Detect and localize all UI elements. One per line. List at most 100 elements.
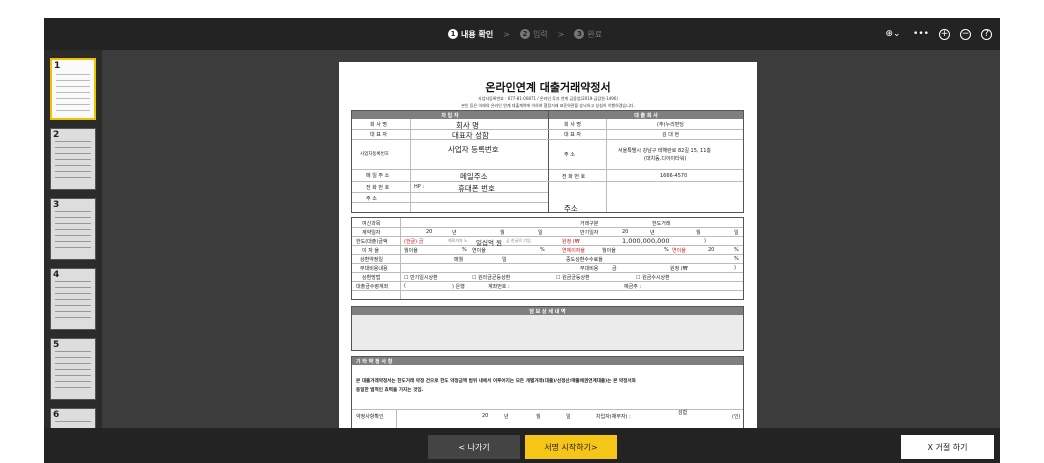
day-unit: 일 <box>502 257 507 263</box>
terms-text-1: 본 대출거래약정서는 한도거래 약정 건으로 한도 약정금액 범위 내에서 이루… <box>356 379 636 384</box>
lender-ceo-label: 대 표 자 <box>564 132 581 138</box>
repay-option-3[interactable]: ☐ 원금균등상환 <box>556 274 590 281</box>
bizno-label: 사업자등록번호 <box>360 152 389 157</box>
extra-cost-mid: 금 <box>612 266 617 272</box>
product-label: 여신과목 <box>362 221 381 227</box>
expiry-year: 20 <box>622 229 629 235</box>
reject-button[interactable]: X 거절 하기 <box>901 435 994 459</box>
confirm-signer-label: 차입자(채무자) : <box>596 414 631 420</box>
overdue-yearly-label: 연이율 <box>672 248 686 254</box>
step-separator: > <box>503 29 510 39</box>
day-unit: 일 <box>566 414 571 420</box>
step-2-number: 2 <box>519 29 530 39</box>
document-viewer[interactable]: 온라인연계 대출거래약정서 사업자등록번호 : 677-81-00871 / 온… <box>102 50 1000 428</box>
extra-cost-label: 부대비용내용 <box>360 266 388 272</box>
step-3: 3 완료 <box>574 29 602 40</box>
collateral-header: 담 보 상 세 내 역 <box>352 307 743 315</box>
ceo-value: 대표자 성함 <box>452 131 489 140</box>
pct: % <box>734 256 739 262</box>
step-2-label: 입력 <box>532 29 548 39</box>
step-1-number: 1 <box>448 29 458 39</box>
day-unit: 일 <box>538 230 543 236</box>
lender-company-value: (주)누리펀딩 <box>657 122 684 128</box>
phone-prefix: HP : <box>414 184 425 190</box>
repay-option-2[interactable]: ☐ 원리금균등상환 <box>472 274 510 281</box>
email-label: 메 일 주 소 <box>366 173 390 179</box>
lender-address-value-2: (대치동,디아이타워) <box>644 156 687 162</box>
pct: % <box>540 247 545 253</box>
collateral-table: 담 보 상 세 내 역 <box>351 306 744 351</box>
interest-monthly-label: 월이율 <box>404 248 418 254</box>
step-1: 1 내용 확인 <box>448 29 493 40</box>
extra-cost-label-2: 부대비용 <box>580 266 599 272</box>
company-label: 회 사 명 <box>370 122 387 128</box>
lender-address-value: 서울특별시 강남구 테헤란로 82길 15, 11층 <box>618 148 712 154</box>
lender-address-label: 주 소 <box>564 152 575 158</box>
page-thumbnail-6[interactable]: 6 <box>50 408 96 428</box>
borrower-header: 차 입 자 <box>352 111 548 119</box>
page-thumbnail-3[interactable]: 3 <box>50 198 96 260</box>
loan-terms-table: 여신과목 거래구분 한도거래 계약일자 20 년 월 일 만기일자 20 년 월… <box>351 217 744 300</box>
day-unit: 일 <box>734 230 739 236</box>
page-thumbnail-5[interactable]: 5 <box>50 338 96 400</box>
trade-type-label: 거래구분 <box>580 221 599 227</box>
top-bar: 1 내용 확인 > 2 입력 > 3 완료 ⊕⌄ ••• + − ? <box>44 18 1000 50</box>
month-unit: 월 <box>696 230 701 236</box>
step-2: 2 입력 <box>519 29 548 40</box>
page-thumbnail-2[interactable]: 2 <box>50 128 96 190</box>
contract-date-label: 계약일자 <box>362 230 381 236</box>
account-bank: ) 은행 <box>452 284 465 290</box>
terms-text-2: 동일한 법적인 효력을 가지는 것임. <box>356 388 424 393</box>
year-unit: 년 <box>650 230 655 236</box>
limit-value: 일십억 원 <box>476 239 502 247</box>
phone-value: 휴대폰 번호 <box>458 184 495 193</box>
interest-label: 이 자 율 <box>362 248 379 254</box>
account-holder-label: 예금주 : <box>624 284 642 290</box>
limit-num-suffix: ) <box>704 238 706 244</box>
confirm-seal: (인) <box>732 414 741 420</box>
address-value: 주소 <box>564 204 578 213</box>
lender-company-label: 회 사 명 <box>564 122 581 128</box>
repay-option-4[interactable]: ☐ 원금수시상환 <box>636 274 670 281</box>
repay-day-mid: 매월 <box>454 257 464 263</box>
interest-yearly-label: 연이율 <box>472 248 486 254</box>
start-signing-button[interactable]: 서명 시작하기> <box>525 435 617 459</box>
lender-phone-label: 전 화 번 호 <box>562 174 586 180</box>
extra-cost-close: ) <box>734 265 736 271</box>
document-title: 온라인연계 대출거래약정서 <box>485 81 611 94</box>
trade-type-value: 한도거래 <box>652 221 671 227</box>
year-unit: 년 <box>504 414 509 420</box>
bizno-value: 사업자 등록번호 <box>448 145 499 154</box>
limit-krw-prefix: (한글) 금 <box>404 239 424 245</box>
document-subtitle: 본인 등은 아래의 온라인 연계 대출계약에 이하여 협정거래 표준약관을 승낙… <box>461 103 635 108</box>
zoom-in-icon[interactable]: + <box>939 28 950 40</box>
thumbnail-number: 5 <box>53 340 60 350</box>
repay-option-1[interactable]: ☐ 만기일시상환 <box>404 274 438 281</box>
month-unit: 월 <box>536 414 541 420</box>
overdue-yearly-value: 20 <box>708 247 715 253</box>
lender-header: 대 출 회 사 <box>549 111 743 119</box>
parties-table: 차 입 자 대 출 회 사 회 사 명 회사 명 대 표 자 대표자 성함 사업… <box>351 110 744 213</box>
bottom-bar: < 나가기 서명 시작하기> X 거절 하기 <box>44 428 1000 463</box>
year-unit: 년 <box>452 230 457 236</box>
language-globe-icon[interactable]: ⊕⌄ <box>883 28 903 40</box>
thumbnail-number: 2 <box>53 130 60 140</box>
thumbnail-number: 4 <box>53 270 60 280</box>
exit-button[interactable]: < 나가기 <box>428 435 520 459</box>
confirm-name: 성함 <box>678 410 688 416</box>
help-icon[interactable]: ? <box>981 28 992 40</box>
expiry-label: 만기일자 <box>580 230 599 236</box>
zoom-out-icon[interactable]: − <box>960 28 971 40</box>
lender-ceo-value: 김 대 현 <box>662 132 679 138</box>
document-subtitle: 사업자등록번호 : 677-81-00871 / 온라인 투자 연계 금융업(2… <box>478 96 618 101</box>
repay-method-label: 상환방법 <box>362 275 381 281</box>
limit-num-value: 1,000,000,000 <box>622 237 670 245</box>
more-options-icon[interactable]: ••• <box>913 28 929 40</box>
limit-hint-2: 금 한글로 기입 <box>506 238 531 243</box>
page-thumbnail-4[interactable]: 4 <box>50 268 96 330</box>
limit-hint: 해외자자 노 <box>448 238 468 243</box>
page-thumbnail-1[interactable]: 1 <box>50 58 96 120</box>
extra-cost-won: 원정 (₩ <box>670 266 688 272</box>
confirm-label: 약정사항확인 <box>356 414 384 420</box>
document-page: 온라인연계 대출거래약정서 사업자등록번호 : 677-81-00871 / 온… <box>339 62 757 428</box>
